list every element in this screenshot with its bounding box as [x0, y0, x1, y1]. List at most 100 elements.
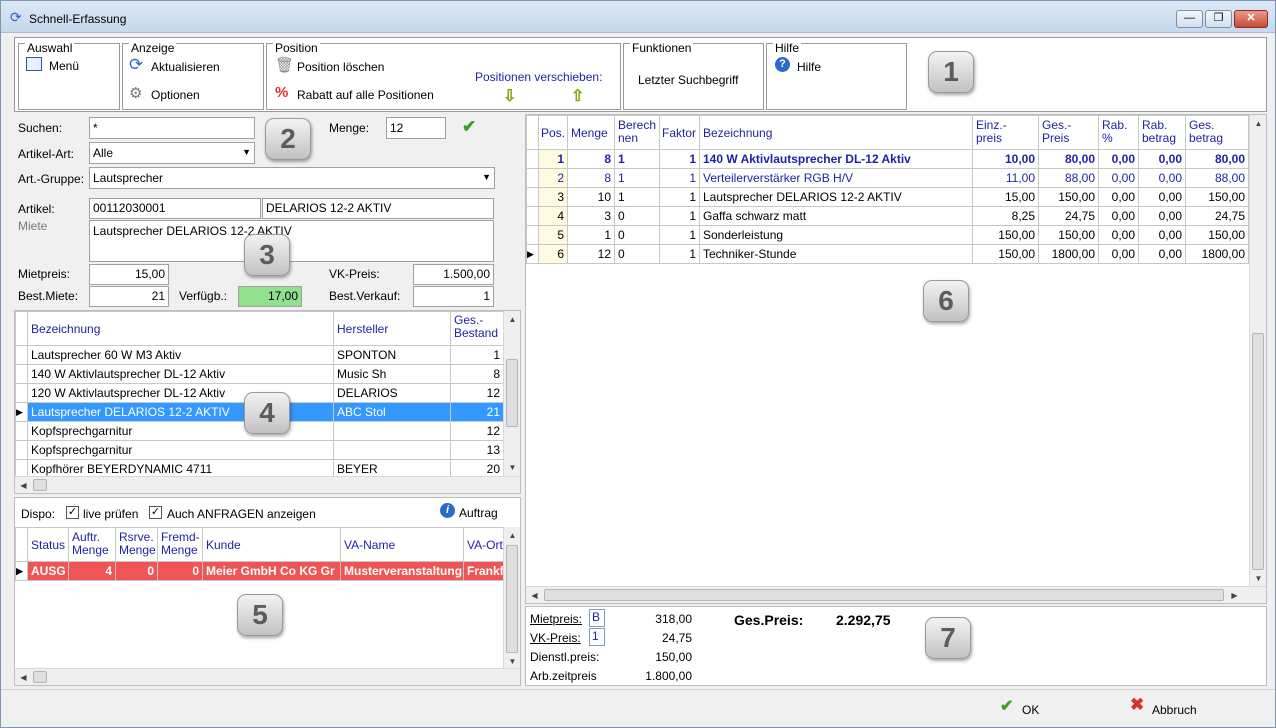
- scroll-thumb[interactable]: [1252, 333, 1264, 570]
- artikel-label: Artikel:: [18, 202, 55, 216]
- artgruppe-select[interactable]: Lautsprecher ▼: [89, 167, 495, 189]
- col-va-name[interactable]: VA-Name: [340, 527, 464, 562]
- move-up-arrow-icon[interactable]: ⇧: [571, 86, 584, 106]
- menu-button[interactable]: Menü: [49, 59, 79, 73]
- position-row[interactable]: 1 8 1 1 140 W Aktivlautsprecher DL-12 Aktiv 1…: [526, 149, 1249, 169]
- auftrag-link[interactable]: Auftrag: [459, 506, 498, 520]
- menge-input[interactable]: 12: [386, 117, 446, 139]
- sum-mietpreis-code[interactable]: B: [589, 609, 605, 627]
- col-gesbestand[interactable]: Ges.- Bestand: [450, 311, 504, 346]
- col-berechnen[interactable]: Berech nen: [614, 115, 660, 150]
- artikelart-select[interactable]: Alle ▼: [89, 142, 255, 164]
- col-bezeichnung[interactable]: Bezeichnung: [699, 115, 973, 150]
- dispo-hscroll[interactable]: ◀: [15, 668, 520, 685]
- col-menge[interactable]: Menge: [567, 115, 615, 150]
- cell-gespreis: 24,75: [1038, 206, 1099, 226]
- row-indicator: [526, 225, 539, 245]
- col-gespreis[interactable]: Ges.- Preis: [1038, 115, 1099, 150]
- table-row[interactable]: Kopfsprechgarnitur 13: [15, 440, 504, 460]
- bestmiete-field[interactable]: 21: [89, 286, 169, 307]
- scroll-thumb[interactable]: [33, 479, 47, 491]
- vkpreis-field[interactable]: 1.500,00: [413, 264, 494, 285]
- position-row[interactable]: ▶ 6 12 0 1 Techniker-Stunde 150,00 1800,00 0,00 0…: [526, 244, 1249, 264]
- scroll-thumb[interactable]: [544, 589, 1224, 601]
- article-table-header: Bezeichnung Hersteller Ges.- Bestand: [15, 311, 504, 346]
- dispo-row[interactable]: ▶ AUSG 4 0 0 Meier GmbH Co KG Gr Musterveranst…: [15, 561, 504, 581]
- scroll-thumb[interactable]: [33, 671, 47, 683]
- badge-7: 7: [925, 617, 971, 659]
- col-auftr-menge[interactable]: Auftr. Menge: [68, 527, 116, 562]
- position-row[interactable]: 3 10 1 1 Lautsprecher DELARIOS 12-2 AKTIV 15,…: [526, 187, 1249, 207]
- col-rab-betrag[interactable]: Rab. betrag: [1138, 115, 1186, 150]
- artikel-number-field[interactable]: 00112030001: [89, 198, 261, 219]
- cell-rsrve-menge: 0: [115, 561, 158, 581]
- col-fremd-menge[interactable]: Fremd- Menge: [157, 527, 203, 562]
- cell-bezeichnung: Sonderleistung: [699, 225, 973, 245]
- scroll-thumb[interactable]: [506, 545, 518, 653]
- dispo-vscroll[interactable]: ▲ ▼: [503, 527, 520, 670]
- col-ges-betrag[interactable]: Ges. betrag: [1185, 115, 1249, 150]
- artikel-name-field[interactable]: DELARIOS 12-2 AKTIV: [262, 198, 494, 219]
- col-einzpreis[interactable]: Einz.- preis: [972, 115, 1039, 150]
- maximize-button[interactable]: ❐: [1205, 10, 1232, 28]
- col-pos[interactable]: Pos.: [538, 115, 568, 150]
- col-rsrve-menge[interactable]: Rsrve. Menge: [115, 527, 158, 562]
- help-button[interactable]: Hilfe: [797, 60, 821, 74]
- positions-vscroll[interactable]: ▲ ▼: [1249, 115, 1266, 586]
- bestverkauf-field[interactable]: 1: [413, 286, 494, 307]
- row-indicator: [526, 149, 539, 169]
- col-rab-prozent[interactable]: Rab. %: [1098, 115, 1139, 150]
- article-list-vscroll[interactable]: ▲ ▼: [503, 311, 520, 476]
- suchen-input[interactable]: *: [89, 117, 255, 139]
- cell-menge: 12: [567, 244, 615, 264]
- cell-bezeichnung: 140 W Aktivlautsprecher DL-12 Aktiv: [27, 364, 334, 384]
- confirm-check-icon[interactable]: ✔: [462, 117, 476, 137]
- sum-vkpreis-code[interactable]: 1: [589, 628, 605, 646]
- col-bezeichnung[interactable]: Bezeichnung: [27, 311, 334, 346]
- live-check-checkbox[interactable]: ✓: [66, 506, 79, 519]
- move-down-arrow-icon[interactable]: ⇩: [503, 86, 516, 106]
- dispo-table: Status Auftr. Menge Rsrve. Menge Fremd- …: [15, 527, 504, 581]
- col-va-ort[interactable]: VA-Ort: [463, 527, 504, 562]
- cell-einzpreis: 15,00: [972, 187, 1039, 207]
- col-faktor[interactable]: Faktor: [659, 115, 700, 150]
- row-indicator: [15, 383, 28, 403]
- cell-pos: 5: [538, 225, 568, 245]
- discount-all-button[interactable]: Rabatt auf alle Positionen: [297, 88, 434, 102]
- minimize-button[interactable]: —: [1176, 10, 1203, 28]
- close-button[interactable]: ✕: [1234, 10, 1268, 28]
- position-row[interactable]: 2 8 1 1 Verteilerverstärker RGB H/V 11,00 88,0…: [526, 168, 1249, 188]
- position-row[interactable]: 4 3 0 1 Gaffa schwarz matt 8,25 24,75 0,00 0,00 2…: [526, 206, 1249, 226]
- row-indicator: [15, 345, 28, 365]
- scroll-thumb[interactable]: [506, 359, 518, 427]
- article-description-field[interactable]: Lautsprecher DELARIOS 12-2 AKTIV: [89, 220, 494, 262]
- artgruppe-value: Lautsprecher: [93, 171, 164, 185]
- cell-va-name: Musterveranstaltung: [340, 561, 464, 581]
- cell-rab-prozent: 0,00: [1098, 244, 1139, 264]
- positions-panel: Pos. Menge Berech nen Faktor Bezeichnung…: [525, 114, 1267, 604]
- options-button[interactable]: Optionen: [151, 88, 200, 102]
- mietpreis-field[interactable]: 15,00: [89, 264, 169, 285]
- cancel-button[interactable]: ✖ Abbruch: [1126, 694, 1236, 722]
- anfragen-checkbox[interactable]: ✓: [149, 506, 162, 519]
- col-kunde[interactable]: Kunde: [202, 527, 341, 562]
- table-row[interactable]: 140 W Aktivlautsprecher DL-12 Aktiv Music…: [15, 364, 504, 384]
- cell-hersteller: DELARIOS: [333, 383, 451, 403]
- badge-3: 3: [244, 234, 290, 276]
- article-list-hscroll[interactable]: ◀: [15, 476, 520, 493]
- cell-bezeichnung: Lautsprecher 60 W M3 Aktiv: [27, 345, 334, 365]
- title-bar: ⟳ Schnell-Erfassung — ❐ ✕: [1, 1, 1275, 33]
- suchen-label: Suchen:: [18, 121, 63, 135]
- refresh-button[interactable]: Aktualisieren: [151, 60, 220, 74]
- col-hersteller[interactable]: Hersteller: [333, 311, 451, 346]
- col-status[interactable]: Status: [27, 527, 69, 562]
- cell-faktor: 1: [659, 187, 700, 207]
- positions-hscroll[interactable]: ◀ ▶: [526, 586, 1266, 603]
- last-search-button[interactable]: Letzter Suchbegriff: [638, 73, 739, 87]
- delete-position-button[interactable]: Position löschen: [297, 60, 384, 74]
- position-row[interactable]: 5 1 0 1 Sonderleistung 150,00 150,00 0,00 0,00 15…: [526, 225, 1249, 245]
- ok-button[interactable]: ✔ OK: [996, 694, 1106, 722]
- table-row[interactable]: Lautsprecher 60 W M3 Aktiv SPONTON 1: [15, 345, 504, 365]
- menge-label: Menge:: [329, 121, 370, 135]
- sum-mietpreis-value: 318,00: [655, 612, 692, 626]
